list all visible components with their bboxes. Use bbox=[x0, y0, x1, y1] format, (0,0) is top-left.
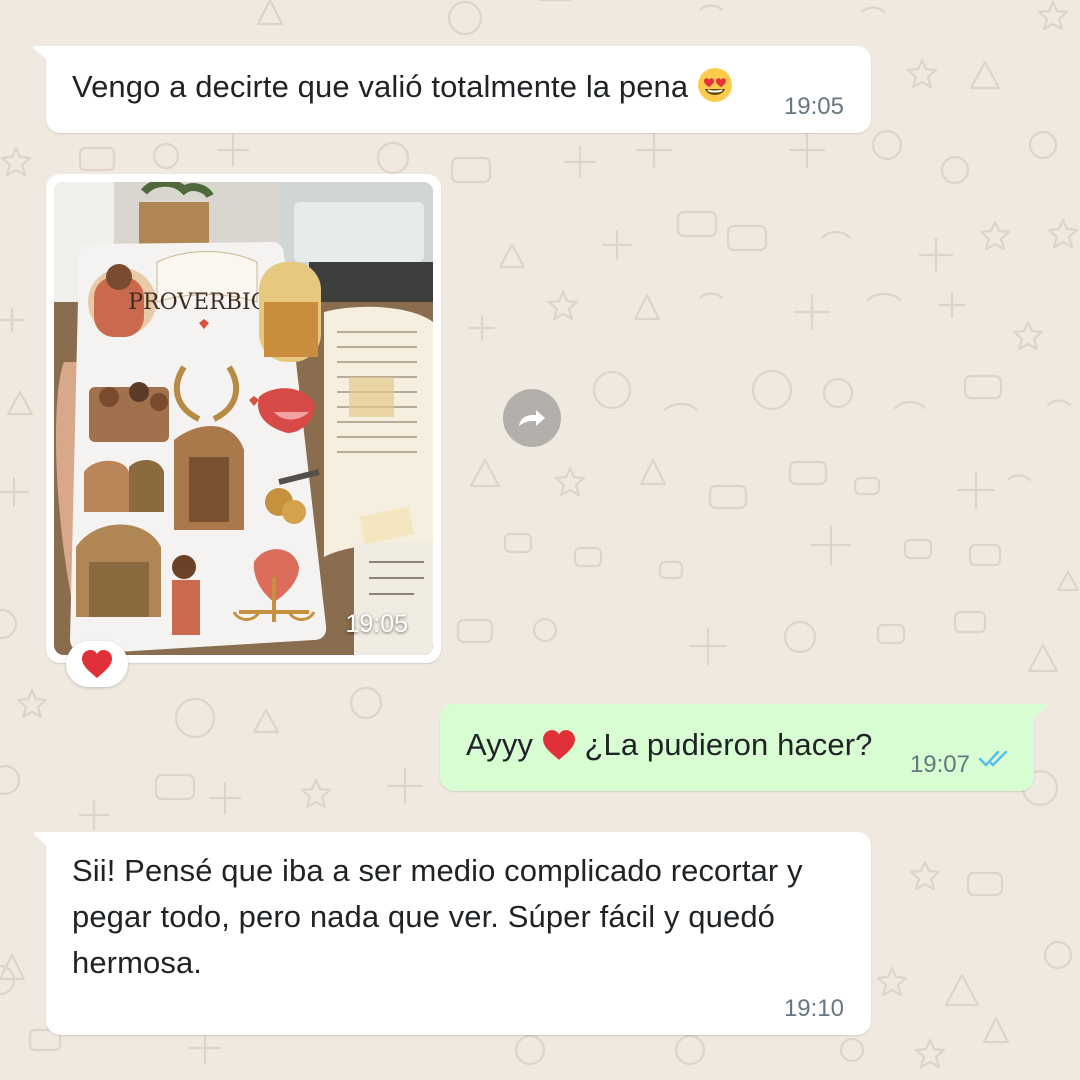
message-time: 19:10 bbox=[783, 995, 844, 1022]
bubble-tail bbox=[33, 832, 49, 848]
red-heart-emoji-icon bbox=[542, 728, 576, 774]
sticker-sheet-photo[interactable]: PROVERBIOS bbox=[54, 182, 433, 655]
heart-reaction-badge[interactable] bbox=[66, 641, 128, 687]
message-text-content: Vengo a decirte que valió totalmente la … bbox=[72, 69, 689, 104]
outgoing-message-bubble[interactable]: Ayyy ¿La pudieron hacer? 19:07 bbox=[440, 704, 1047, 791]
incoming-message-bubble[interactable]: Sii! Pensé que iba a ser medio complicad… bbox=[33, 832, 871, 1035]
forward-button[interactable] bbox=[503, 389, 561, 447]
message-text: Vengo a decirte que valió totalmente la … bbox=[72, 64, 733, 116]
heart-eyes-emoji-icon bbox=[697, 67, 733, 116]
forward-icon bbox=[519, 410, 545, 426]
message-text: Sii! Pensé que iba a ser medio complicad… bbox=[72, 853, 803, 980]
bubble-tail bbox=[33, 46, 49, 62]
message-text: Ayyy ¿La pudieron hacer? bbox=[466, 722, 872, 774]
message-time: 19:05 bbox=[783, 93, 844, 120]
double-check-icon bbox=[978, 750, 1008, 767]
red-heart-icon bbox=[82, 650, 112, 678]
image-time: 19:05 bbox=[345, 610, 408, 638]
bubble-tail bbox=[1031, 704, 1047, 720]
incoming-message-bubble[interactable]: Vengo a decirte que valió totalmente la … bbox=[33, 46, 871, 133]
message-time: 19:07 bbox=[909, 751, 970, 778]
photo-illustration: PROVERBIOS bbox=[54, 182, 433, 655]
message-text-end: ¿La pudieron hacer? bbox=[584, 727, 873, 762]
incoming-image-message[interactable]: PROVERBIOS 19:05 bbox=[46, 174, 441, 663]
message-text-start: Ayyy bbox=[466, 727, 534, 762]
